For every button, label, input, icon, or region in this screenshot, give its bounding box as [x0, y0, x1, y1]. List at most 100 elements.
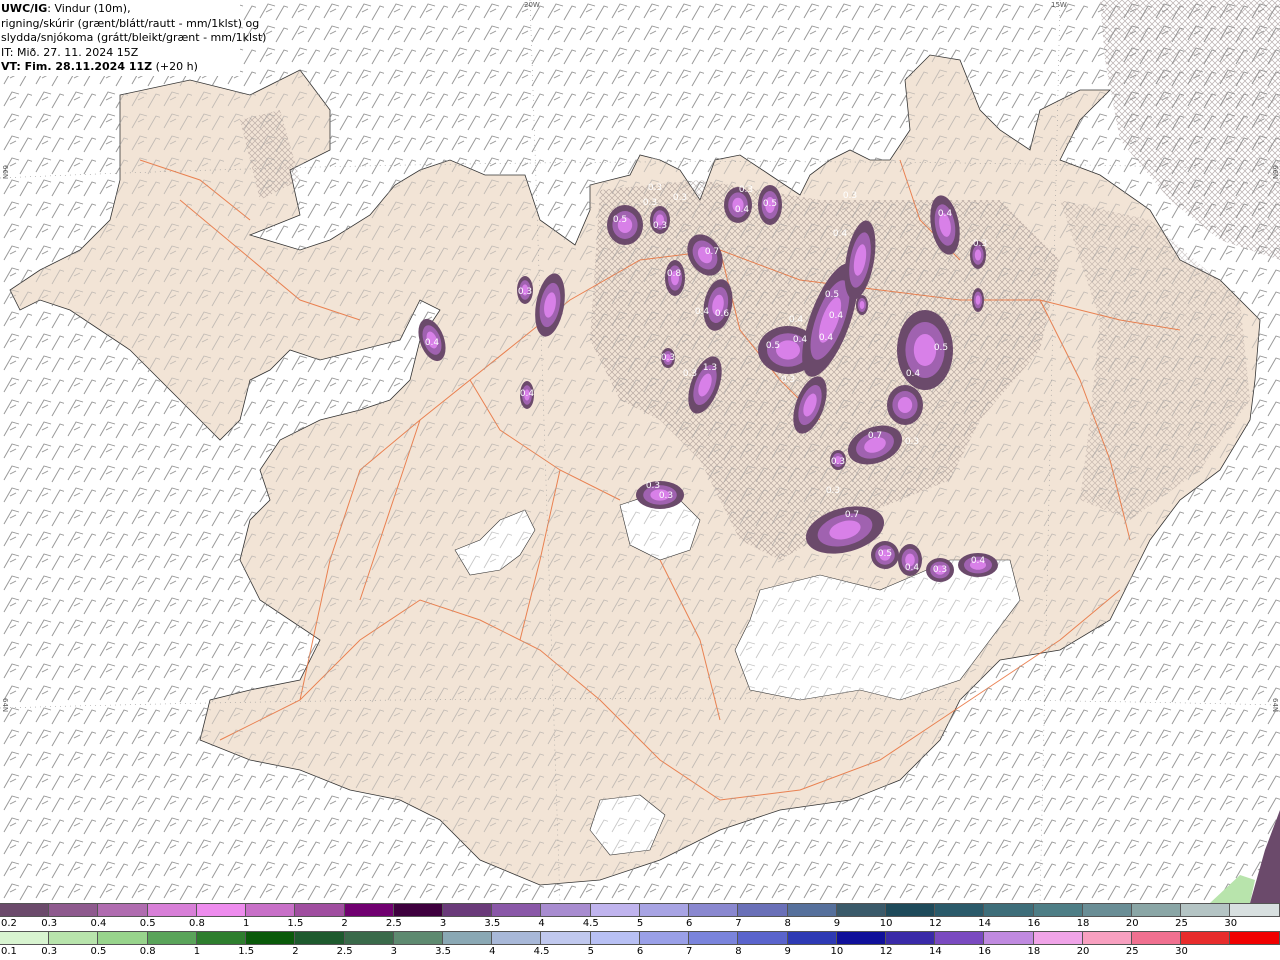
- grid-label-15w-top: 15W: [1051, 1, 1067, 9]
- snow-scale-swatch: [147, 903, 197, 917]
- rain-scale-swatch: [147, 931, 197, 945]
- snow-scale-swatch: [541, 903, 591, 917]
- precip-value-label: 0.3: [648, 183, 662, 193]
- rain-scale-swatch: [1181, 931, 1231, 945]
- precip-blob: [913, 334, 937, 366]
- rain-scale-label: 5: [587, 946, 594, 957]
- precip-value-label: 0.5: [613, 215, 627, 225]
- land-wind-barbs: [0, 0, 1280, 903]
- snow-scale-swatch: [836, 903, 886, 917]
- snow-scale-swatch: [98, 903, 148, 917]
- rain-scale-label: 25: [1125, 946, 1139, 957]
- rain-scale-swatch: [196, 931, 247, 945]
- snow-scale-swatch: [246, 903, 296, 917]
- title-variable: : Vindur (10m),: [47, 2, 131, 15]
- title-snow-line: slydda/snjókoma (grátt/bleikt/grænt - mm…: [1, 31, 267, 44]
- precip-value-label: 0.6: [715, 309, 730, 319]
- rain-scale-label: 14: [929, 946, 942, 957]
- rain-scale-swatch: [1082, 931, 1133, 945]
- rain-scale-label: 0.1: [1, 946, 17, 957]
- snow-scale-swatch: [49, 903, 99, 917]
- snow-scale-label: 3: [439, 918, 447, 929]
- rain-scale-label: 9: [784, 946, 791, 957]
- snow-scale-swatch: [984, 903, 1034, 917]
- precip-value-label: 0.3: [518, 287, 532, 297]
- snow-scale-swatch: [295, 903, 345, 917]
- snow-scale-swatch: [196, 903, 247, 917]
- snow-scale-swatch: [1082, 903, 1133, 917]
- precip-value-label: 0.4: [971, 556, 986, 566]
- precip-value-label: 0.3: [661, 353, 675, 363]
- rain-scale-label: 10: [830, 946, 844, 957]
- snow-scale-swatch: [492, 903, 542, 917]
- precip-value-label: 0.3: [831, 457, 845, 467]
- rain-scale-label: 3: [390, 946, 398, 957]
- precip-value-label: 0.4: [906, 369, 921, 379]
- precip-value-label: 0.4: [829, 311, 844, 321]
- grid-label-64n-right: 64N: [1271, 698, 1279, 713]
- rain-scale-swatch: [492, 931, 542, 945]
- snow-scale-label: 2.5: [385, 918, 402, 929]
- rain-scale-swatch: [541, 931, 591, 945]
- snow-scale-label: 25: [1175, 918, 1188, 929]
- rain-scale-label: 2.5: [336, 946, 353, 957]
- snow-scale-swatch: [442, 903, 493, 917]
- precip-value-label: 0.5: [934, 343, 948, 353]
- rain-scale-label: 3.5: [435, 946, 452, 957]
- precip-blob: [974, 249, 982, 261]
- snow-scale-label: 4: [538, 918, 545, 929]
- rain-scale-label: 18: [1027, 946, 1041, 957]
- precip-value-label: 0.3: [905, 437, 919, 447]
- snow-scale-swatch: [639, 903, 690, 917]
- rain-scale-label: 1: [193, 946, 201, 957]
- precip-value-label: 0.4: [695, 307, 710, 317]
- rain-scale-label: 1.5: [238, 946, 255, 957]
- precip-value-label: 0.3: [826, 486, 840, 496]
- snow-scale-swatch: [885, 903, 936, 917]
- precip-value-label: 0.3: [739, 185, 753, 195]
- precip-value-label: 0.7: [705, 247, 719, 257]
- rain-scale-swatch: [689, 931, 739, 945]
- rain-scale-label: 2: [292, 946, 299, 957]
- precip-value-label: 0.4: [833, 229, 848, 239]
- snow-scale-swatch: [0, 903, 50, 917]
- rain-scale-label: 4: [489, 946, 496, 957]
- rain-scale-label: 7: [686, 946, 693, 957]
- snow-scale-label: 1: [242, 918, 250, 929]
- snow-scale-label: 2: [341, 918, 348, 929]
- rain-scale-swatch: [442, 931, 493, 945]
- rain-scale-label: 0.8: [139, 946, 156, 957]
- precip-value-label: 0.5: [763, 199, 777, 209]
- snow-scale-label: 16: [1027, 918, 1041, 929]
- snow-scale-swatch: [1181, 903, 1231, 917]
- rain-scale-swatch: [246, 931, 296, 945]
- rain-scale-swatch: [49, 931, 99, 945]
- snow-scale-label: 8: [784, 918, 791, 929]
- snow-scale-label: 20: [1125, 918, 1139, 929]
- snow-scale-label: 0.5: [139, 918, 156, 929]
- precip-value-label: 0.7: [868, 431, 882, 441]
- precip-value-label: 0.4: [520, 389, 535, 399]
- precip-value-label: 0.4: [425, 338, 440, 348]
- rain-scale-label: 30: [1175, 946, 1188, 957]
- rain-scale-label: 0.5: [90, 946, 107, 957]
- grid-label-20w-top: 20W: [524, 1, 540, 9]
- rain-scale-swatch: [1132, 931, 1182, 945]
- rain-scale-label: 12: [879, 946, 893, 957]
- precip-value-label: 0.3: [933, 565, 947, 575]
- valid-time: VT: Fim. 28.11.2024 11Z: [1, 60, 153, 73]
- snow-scale-label: 4.5: [582, 918, 599, 929]
- rain-scale-swatch: [935, 931, 985, 945]
- snow-scale-swatch: [689, 903, 739, 917]
- snow-scale-swatch: [738, 903, 788, 917]
- grid-label-66n-left: 66N: [1, 165, 9, 180]
- precip-value-label: 0.5: [825, 290, 839, 300]
- precip-value-label: 0.3: [643, 198, 657, 208]
- precip-value-label: 0.4: [938, 209, 953, 219]
- precip-blob: [897, 397, 913, 413]
- snow-scale-label: 5: [636, 918, 644, 929]
- precip-blob: [975, 295, 981, 305]
- precip-value-label: 0.7: [845, 510, 859, 520]
- rain-scale-swatch: [98, 931, 148, 945]
- precip-value-label: 0.3: [683, 369, 697, 379]
